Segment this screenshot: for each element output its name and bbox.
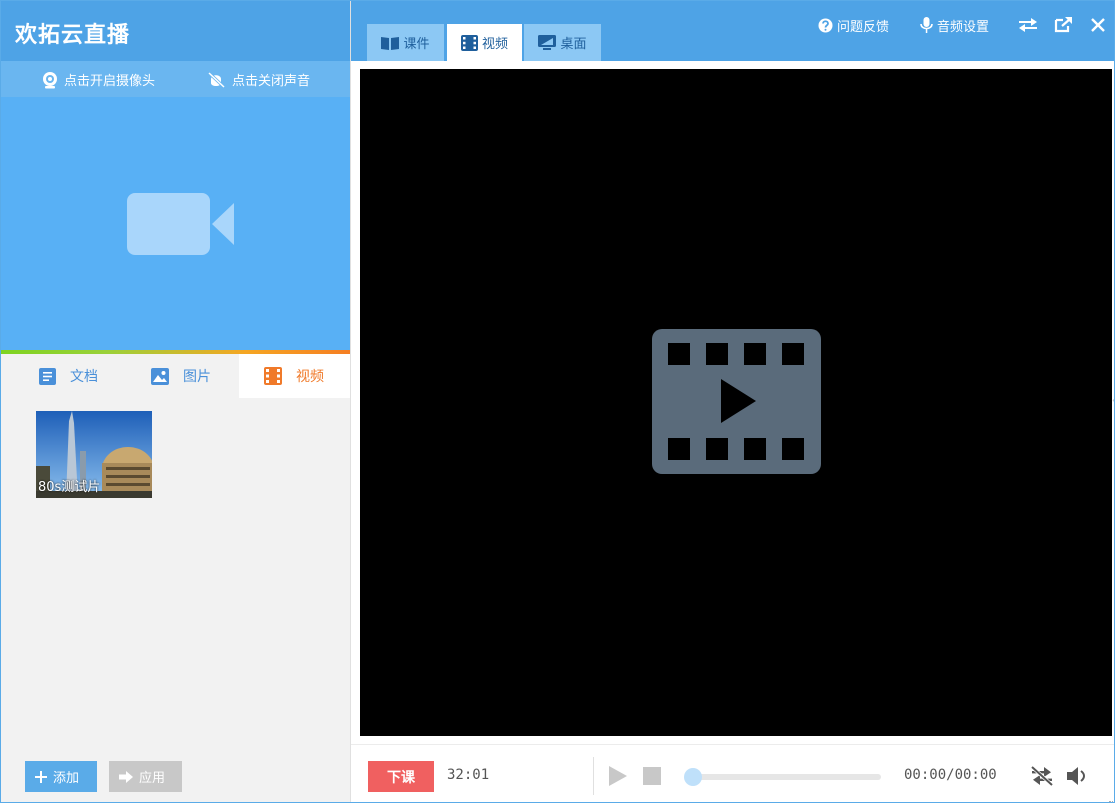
end-class-button[interactable]: 下课 xyxy=(368,761,434,792)
tab-images-label: 图片 xyxy=(183,369,211,385)
app-window: 欢拓云直播 点击开启摄像头 点击关闭声音 文档 图片 视频 80s测试片 添加 … xyxy=(0,0,1115,803)
document-icon xyxy=(39,367,56,385)
monitor-icon xyxy=(538,35,557,50)
seek-handle[interactable] xyxy=(684,768,702,786)
left-footer: 添加 应用 xyxy=(1,744,350,802)
mute-sound-label: 点击关闭声音 xyxy=(232,74,311,89)
tab-documents-label: 文档 xyxy=(70,369,98,385)
sync-disabled-icon[interactable] xyxy=(1030,766,1054,786)
camera-preview xyxy=(1,97,350,350)
apply-button-label: 应用 xyxy=(139,771,166,786)
seek-bar[interactable] xyxy=(686,774,881,780)
stop-button[interactable] xyxy=(643,767,661,785)
resize-grip[interactable] xyxy=(1109,796,1114,802)
tab-desktop[interactable]: 桌面 xyxy=(524,24,601,61)
book-icon xyxy=(381,36,400,50)
tab-videos[interactable]: 视频 xyxy=(239,354,350,398)
microphone-icon xyxy=(920,16,933,33)
play-icon[interactable] xyxy=(609,766,627,786)
right-panel: 课件 视频 桌面 问题反馈 音频设置 下课 32:01 00:00/00:00 xyxy=(350,1,1114,802)
tab-videos-label: 视频 xyxy=(296,369,324,385)
video-camera-icon xyxy=(127,193,234,255)
apply-button[interactable]: 应用 xyxy=(109,761,182,792)
audio-settings-label: 音频设置 xyxy=(937,19,990,35)
add-button-label: 添加 xyxy=(53,771,80,786)
video-stage[interactable] xyxy=(360,69,1112,736)
popout-icon xyxy=(1054,17,1072,33)
mute-sound-button[interactable]: 点击关闭声音 xyxy=(207,70,310,89)
feedback-button[interactable]: 问题反馈 xyxy=(818,15,889,35)
add-button[interactable]: 添加 xyxy=(25,761,97,792)
open-camera-button[interactable]: 点击开启摄像头 xyxy=(41,70,155,89)
open-camera-label: 点击开启摄像头 xyxy=(64,74,156,89)
volume-icon[interactable] xyxy=(1067,766,1089,786)
video-placeholder-icon xyxy=(652,329,821,474)
close-button[interactable] xyxy=(1091,15,1109,35)
audio-settings-button[interactable]: 音频设置 xyxy=(920,15,989,35)
mute-icon xyxy=(207,71,226,88)
main-header: 课件 视频 桌面 问题反馈 音频设置 xyxy=(351,1,1114,61)
feedback-label: 问题反馈 xyxy=(837,19,890,35)
tab-courseware[interactable]: 课件 xyxy=(367,24,444,61)
camera-bar: 点击开启摄像头 点击关闭声音 xyxy=(1,61,350,97)
tab-images[interactable]: 图片 xyxy=(151,354,241,398)
left-panel: 欢拓云直播 点击开启摄像头 点击关闭声音 文档 图片 视频 80s测试片 添加 … xyxy=(1,1,350,802)
tab-desktop-label: 桌面 xyxy=(560,37,587,52)
video-thumbnail[interactable]: 80s测试片 xyxy=(36,411,152,498)
film-icon xyxy=(460,34,478,51)
divider xyxy=(593,757,594,795)
tab-video-label: 视频 xyxy=(481,37,508,52)
time-display: 00:00/00:00 xyxy=(904,767,997,783)
elapsed-time: 32:01 xyxy=(447,767,490,783)
switch-layout-button[interactable] xyxy=(1019,15,1041,35)
film-icon xyxy=(264,367,282,385)
tab-documents[interactable]: 文档 xyxy=(39,354,149,398)
arrow-right-icon xyxy=(119,770,133,783)
swap-arrows-icon xyxy=(1019,18,1037,32)
video-thumbnail-caption: 80s测试片 xyxy=(38,480,101,495)
media-list: 80s测试片 xyxy=(1,398,350,744)
webcam-icon xyxy=(43,71,57,88)
tab-courseware-label: 课件 xyxy=(403,37,430,52)
popout-button[interactable] xyxy=(1054,15,1076,35)
close-icon xyxy=(1091,18,1105,32)
tab-video[interactable]: 视频 xyxy=(447,24,522,61)
media-tabs: 文档 图片 视频 xyxy=(1,354,350,398)
app-title-bar: 欢拓云直播 xyxy=(1,1,350,61)
question-icon xyxy=(818,18,833,32)
player-controls: 下课 32:01 00:00/00:00 xyxy=(351,744,1114,802)
app-title: 欢拓云直播 xyxy=(15,23,131,48)
plus-icon xyxy=(35,770,47,783)
image-icon xyxy=(151,367,169,385)
